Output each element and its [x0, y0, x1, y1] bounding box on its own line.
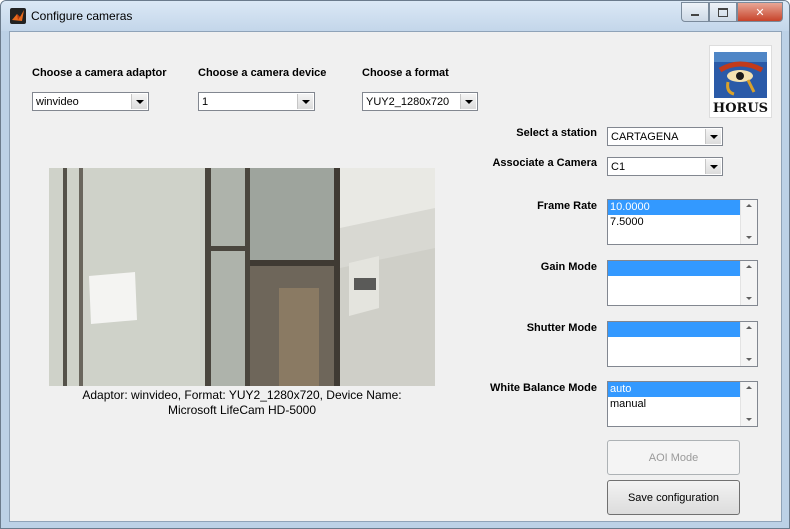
format-value: YUY2_1280x720	[366, 96, 450, 108]
eye-of-horus-icon	[714, 52, 767, 98]
scroll-up-icon[interactable]	[746, 265, 752, 268]
device-label: Choose a camera device	[198, 67, 327, 79]
camera-label: Associate a Camera	[492, 157, 597, 169]
logo-text: HORUS	[712, 101, 769, 116]
caption-line-1: Adaptor: winvideo, Format: YUY2_1280x720…	[82, 388, 402, 402]
chevron-down-icon[interactable]	[131, 94, 147, 109]
scroll-down-icon[interactable]	[746, 358, 752, 361]
scrollbar[interactable]	[740, 200, 757, 244]
minimize-button[interactable]	[681, 2, 709, 22]
adaptor-dropdown[interactable]: winvideo	[32, 92, 149, 111]
scrollbar[interactable]	[740, 382, 757, 426]
station-label: Select a station	[516, 127, 597, 139]
caption-line-2: Microsoft LifeCam HD-5000	[167, 403, 317, 417]
format-label: Choose a format	[362, 67, 449, 79]
chevron-down-icon[interactable]	[297, 94, 313, 109]
gain-mode-listbox[interactable]	[607, 260, 758, 306]
save-configuration-button[interactable]: Save configuration	[607, 480, 740, 515]
close-icon: ✕	[755, 5, 765, 19]
list-item[interactable]	[608, 261, 741, 276]
client-area: Choose a camera adaptor winvideo Choose …	[9, 31, 782, 522]
configure-cameras-window: Configure cameras ✕ Choose a camera adap…	[0, 0, 790, 529]
camera-value: C1	[611, 161, 626, 173]
adaptor-value: winvideo	[36, 96, 79, 108]
window-controls: ✕	[681, 2, 783, 22]
maximize-icon	[718, 7, 728, 17]
white-balance-listbox[interactable]: auto manual	[607, 381, 758, 427]
list-item[interactable]: auto	[608, 382, 741, 397]
aoi-mode-button[interactable]: AOI Mode	[607, 440, 740, 475]
device-dropdown[interactable]: 1	[198, 92, 315, 111]
list-item[interactable]: 7.5000	[608, 215, 741, 230]
camera-preview	[49, 168, 435, 386]
chevron-down-icon[interactable]	[705, 159, 721, 174]
chevron-down-icon[interactable]	[460, 94, 476, 109]
chevron-down-icon[interactable]	[705, 129, 721, 144]
frame-rate-listbox[interactable]: 10.0000 7.5000	[607, 199, 758, 245]
scrollbar[interactable]	[740, 261, 757, 305]
scroll-up-icon[interactable]	[746, 326, 752, 329]
list-item[interactable]: manual	[608, 397, 741, 412]
white-balance-label: White Balance Mode	[490, 382, 597, 394]
camera-dropdown[interactable]: C1	[607, 157, 723, 176]
list-item[interactable]: 10.0000	[608, 200, 741, 215]
scroll-down-icon[interactable]	[746, 418, 752, 421]
close-button[interactable]: ✕	[737, 2, 783, 22]
shutter-mode-listbox[interactable]	[607, 321, 758, 367]
gain-mode-label: Gain Mode	[540, 261, 597, 273]
minimize-icon	[691, 14, 699, 16]
preview-caption: Adaptor: winvideo, Format: YUY2_1280x720…	[49, 388, 435, 418]
scroll-down-icon[interactable]	[746, 297, 752, 300]
list-item[interactable]	[608, 322, 741, 337]
scroll-up-icon[interactable]	[746, 204, 752, 207]
title-bar[interactable]: Configure cameras ✕	[1, 1, 789, 31]
maximize-button[interactable]	[709, 2, 737, 22]
frame-rate-label: Frame Rate	[537, 200, 597, 212]
horus-logo: HORUS	[709, 45, 772, 118]
scroll-down-icon[interactable]	[746, 236, 752, 239]
station-value: CARTAGENA	[611, 131, 679, 143]
device-value: 1	[202, 96, 209, 108]
window-title: Configure cameras	[31, 9, 133, 23]
scrollbar[interactable]	[740, 322, 757, 366]
format-dropdown[interactable]: YUY2_1280x720	[362, 92, 478, 111]
shutter-mode-label: Shutter Mode	[526, 322, 597, 334]
matlab-icon	[10, 8, 26, 24]
scroll-up-icon[interactable]	[746, 386, 752, 389]
adaptor-label: Choose a camera adaptor	[32, 67, 167, 79]
station-dropdown[interactable]: CARTAGENA	[607, 127, 723, 146]
